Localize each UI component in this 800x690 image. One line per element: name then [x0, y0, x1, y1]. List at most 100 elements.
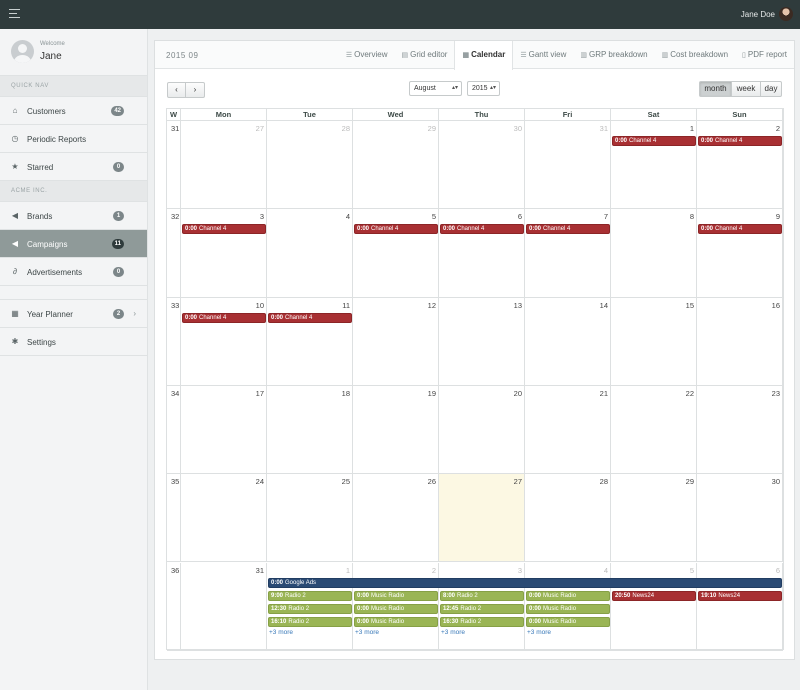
calendar-event[interactable]: 0:00 Channel 4 [698, 224, 782, 235]
day-number: 14 [599, 300, 608, 310]
day-cell[interactable]: 9 [697, 209, 783, 298]
day-cell[interactable]: 5 [353, 209, 439, 298]
day-cell[interactable]: 27 [439, 474, 525, 563]
calendar-event[interactable]: 0:00 Channel 4 [182, 224, 266, 235]
paperclip-icon: ∂ [13, 267, 17, 276]
day-cell[interactable]: 16 [697, 297, 783, 386]
calendar-event[interactable]: 0:00 Channel 4 [440, 224, 524, 235]
calendar-event[interactable]: 0:00 Music Radio [526, 590, 610, 601]
sidebar-item-advertisements[interactable]: ∂ Advertisements 0 [0, 258, 147, 286]
calendar-event[interactable]: 0:00 Channel 4 [526, 224, 610, 235]
day-cell[interactable]: 30 [439, 121, 525, 210]
day-cell[interactable]: 8 [611, 209, 697, 298]
calendar-event[interactable]: 19:10 News24 [698, 590, 782, 601]
sidebar-item-campaigns[interactable]: ◀ Campaigns 11 [0, 230, 147, 258]
day-cell[interactable]: 3 [181, 209, 267, 298]
day-cell[interactable]: 11 [267, 297, 353, 386]
tab-grp-breakdown[interactable]: ▥ GRP breakdown [573, 41, 654, 69]
day-cell[interactable]: 29 [611, 474, 697, 563]
day-cell[interactable]: 6 [439, 209, 525, 298]
calendar-event[interactable]: 0:00 Music Radio [526, 603, 610, 614]
tab-grid-editor[interactable]: ▤ Grid editor [394, 41, 454, 69]
more-events-link[interactable]: +3 more [441, 629, 465, 636]
prev-month-button[interactable]: ‹ [167, 82, 186, 98]
username-label[interactable]: Jane Doe [741, 10, 775, 19]
tab-label: PDF report [747, 50, 787, 59]
day-cell[interactable]: 19 [353, 385, 439, 475]
tab-overview[interactable]: ☰ Overview [339, 41, 395, 69]
calendar-event[interactable]: 0:00 Music Radio [354, 590, 438, 601]
calendar-event[interactable]: 0:00 Channel 4 [182, 312, 266, 323]
day-cell[interactable]: 10 [181, 297, 267, 386]
calendar-event[interactable]: 8:00 Radio 2 [440, 590, 524, 601]
calendar-event[interactable]: 0:00 Music Radio [526, 616, 610, 627]
calendar-event[interactable]: 0:00 Channel 4 [268, 312, 352, 323]
calendar-event[interactable]: 12:45 Radio 2 [440, 603, 524, 614]
month-select-value: August [414, 85, 436, 92]
calendar-event[interactable]: 0:00 Google Ads [268, 577, 782, 588]
user-name: Jane [40, 51, 62, 62]
sidebar-item-brands[interactable]: ◀ Brands 1 [0, 202, 147, 230]
day-number: 20 [513, 388, 522, 398]
day-cell[interactable]: 20 [439, 385, 525, 475]
month-select[interactable]: August ▴▾ [409, 81, 462, 96]
day-cell[interactable]: 14 [525, 297, 611, 386]
calendar-event[interactable]: 12:30 Radio 2 [268, 603, 352, 614]
day-cell[interactable]: 18 [267, 385, 353, 475]
day-cell[interactable]: 1 [611, 121, 697, 210]
sidebar-item-year-planner[interactable]: ▦ Year Planner 2 › [0, 300, 147, 328]
day-cell[interactable]: 6 [697, 562, 783, 651]
tab-cost-breakdown[interactable]: ▥ Cost breakdown [655, 41, 735, 69]
day-cell[interactable]: 25 [267, 474, 353, 563]
sidebar-item-settings[interactable]: ✱ Settings [0, 328, 147, 356]
sidebar-item-customers[interactable]: ⌂ Customers 42 [0, 97, 147, 125]
sidebar-item-starred[interactable]: ★ Starred 0 [0, 153, 147, 181]
calendar-event[interactable]: 0:00 Channel 4 [612, 136, 696, 146]
day-cell[interactable]: 12 [353, 297, 439, 386]
day-cell[interactable]: 21 [525, 385, 611, 475]
year-select[interactable]: 2015 ▴▾ [467, 81, 500, 96]
day-cell[interactable]: 26 [353, 474, 439, 563]
day-cell[interactable]: 15 [611, 297, 697, 386]
calendar-event[interactable]: 0:00 Music Radio [354, 616, 438, 627]
calendar-event[interactable]: 0:00 Channel 4 [354, 224, 438, 235]
calendar-event[interactable]: 9:00 Radio 2 [268, 590, 352, 601]
day-cell[interactable]: 28 [267, 121, 353, 210]
day-cell[interactable]: 17 [181, 385, 267, 475]
calendar-event[interactable]: 16:10 Radio 2 [268, 616, 352, 627]
calendar-event[interactable]: 16:30 Radio 2 [440, 616, 524, 627]
day-cell[interactable]: 30 [697, 474, 783, 563]
day-cell[interactable]: 4 [267, 209, 353, 298]
day-cell[interactable]: 23 [697, 385, 783, 475]
more-events-link[interactable]: +3 more [527, 629, 551, 636]
day-cell[interactable]: 31 [181, 562, 267, 651]
day-cell[interactable]: 27 [181, 121, 267, 210]
sidebar-item-periodic-reports[interactable]: ◷ Periodic Reports [0, 125, 147, 153]
day-cell[interactable]: 5 [611, 562, 697, 651]
month-view-button[interactable]: month [699, 81, 732, 97]
calendar-event[interactable]: 20:50 News24 [612, 590, 696, 601]
user-avatar-icon[interactable] [779, 7, 793, 21]
next-month-button[interactable]: › [186, 82, 205, 98]
select-arrows-icon: ▴▾ [489, 85, 496, 91]
tab-calendar[interactable]: ▦ Calendar [454, 41, 514, 70]
calendar-event[interactable]: 0:00 Music Radio [354, 603, 438, 614]
chevron-right-icon: › [133, 309, 136, 318]
event-time: 0:00 [615, 138, 628, 144]
hamburger-menu-icon[interactable] [9, 9, 20, 19]
day-cell[interactable]: 7 [525, 209, 611, 298]
week-view-button[interactable]: week [732, 81, 761, 97]
day-cell[interactable]: 29 [353, 121, 439, 210]
tab-pdf-report[interactable]: ▯ PDF report [735, 41, 794, 69]
more-events-link[interactable]: +3 more [355, 629, 379, 636]
tab-gantt-view[interactable]: ☰ Gantt view [513, 41, 573, 69]
calendar-event[interactable]: 0:00 Channel 4 [698, 136, 782, 146]
more-events-link[interactable]: +3 more [269, 629, 293, 636]
day-cell[interactable]: 31 [525, 121, 611, 210]
day-cell[interactable]: 24 [181, 474, 267, 563]
day-cell[interactable]: 22 [611, 385, 697, 475]
day-cell[interactable]: 28 [525, 474, 611, 563]
day-view-button[interactable]: day [761, 81, 782, 97]
day-cell[interactable]: 13 [439, 297, 525, 386]
day-cell[interactable]: 2 [697, 121, 783, 210]
